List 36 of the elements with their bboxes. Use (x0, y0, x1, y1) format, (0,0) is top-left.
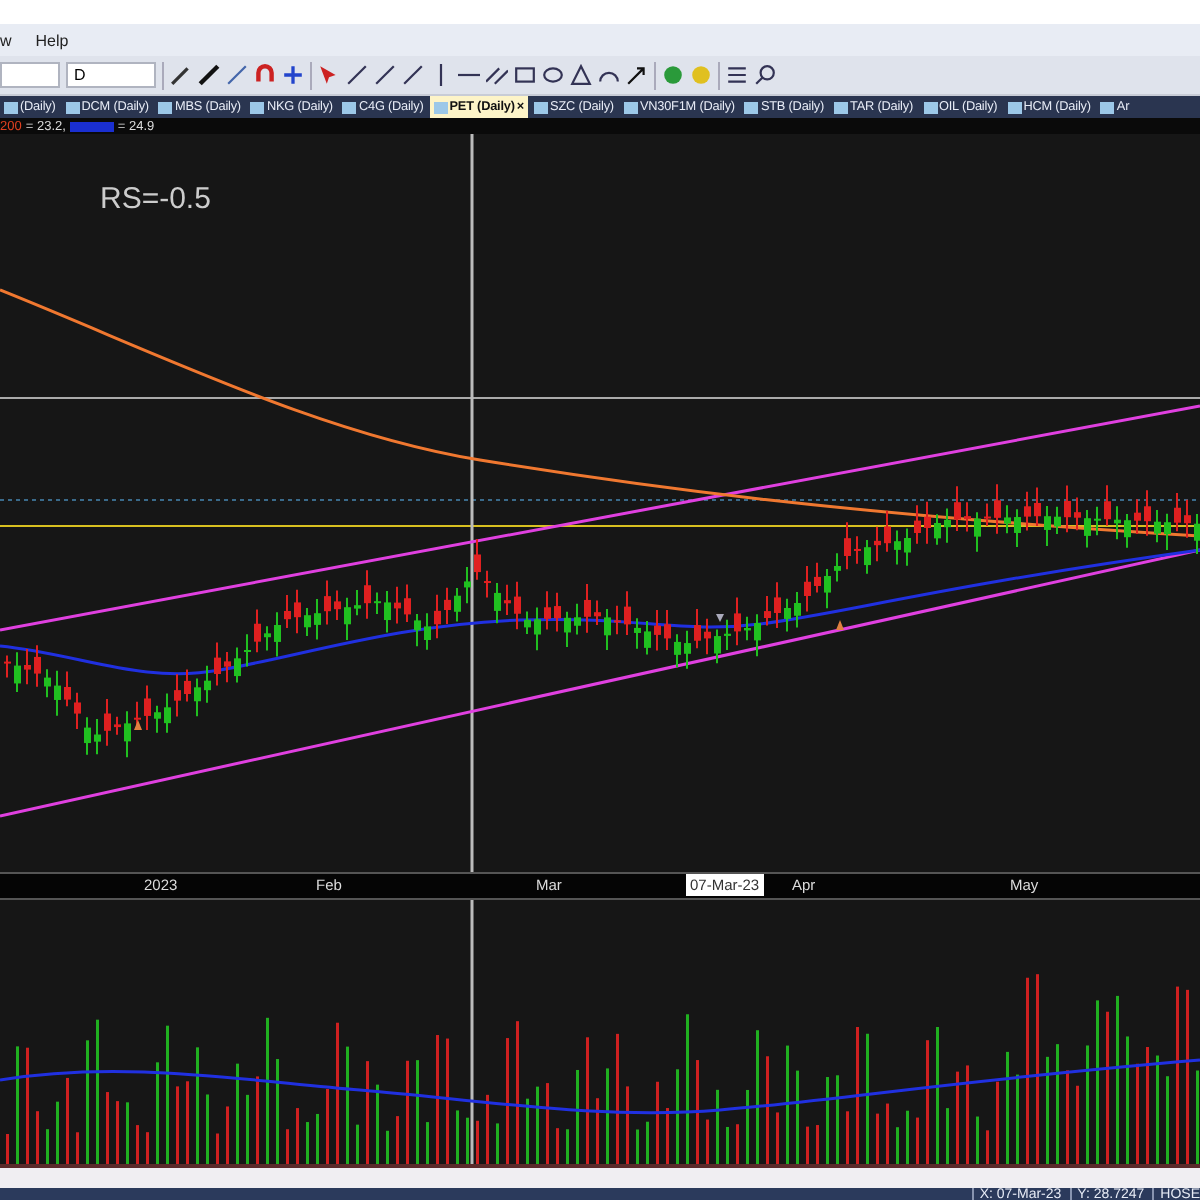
triangle-marker-icon (134, 720, 142, 730)
line-icon[interactable] (346, 64, 368, 86)
arrow-icon[interactable] (626, 64, 648, 86)
rectangle-icon[interactable] (514, 64, 536, 86)
chart-window-icon (1007, 101, 1022, 113)
list-icon[interactable] (726, 64, 748, 86)
chart-window-icon (534, 101, 549, 113)
chart-window-icon (65, 101, 80, 113)
chart-window-icon (158, 101, 173, 113)
chart-window-icon (250, 101, 265, 113)
chart-window-icon (623, 101, 638, 113)
triangle-marker-icon (716, 614, 724, 622)
line-icon[interactable] (374, 64, 396, 86)
line-icon[interactable] (198, 64, 220, 86)
chart-window-icon (4, 101, 18, 113)
menu-item[interactable]: Help (35, 31, 69, 49)
interval-combo[interactable]: D (66, 62, 156, 88)
menu-item[interactable]: w (0, 31, 12, 49)
ellipse-icon[interactable] (542, 64, 564, 86)
legend-series-swatch (69, 121, 114, 131)
plus-icon[interactable] (282, 64, 304, 86)
parallel-lines-icon[interactable] (486, 64, 508, 86)
chart-window-icon (923, 101, 937, 113)
scroll-strip[interactable] (0, 1164, 1200, 1188)
chart-window-icon (342, 101, 357, 113)
zoom-icon[interactable] (754, 64, 776, 86)
magnet-icon[interactable] (254, 64, 276, 86)
chart-window-icon (1100, 101, 1115, 113)
chart-annotation: RS=-0.5 (100, 182, 211, 216)
line-icon[interactable] (402, 64, 424, 86)
triangle-marker-icon (836, 620, 844, 630)
chart-window-icon (744, 101, 759, 113)
cursor-icon[interactable] (318, 64, 340, 86)
chart-window-icon (433, 101, 448, 113)
chart-window-icon (834, 101, 849, 113)
triangle-icon[interactable] (570, 64, 592, 86)
